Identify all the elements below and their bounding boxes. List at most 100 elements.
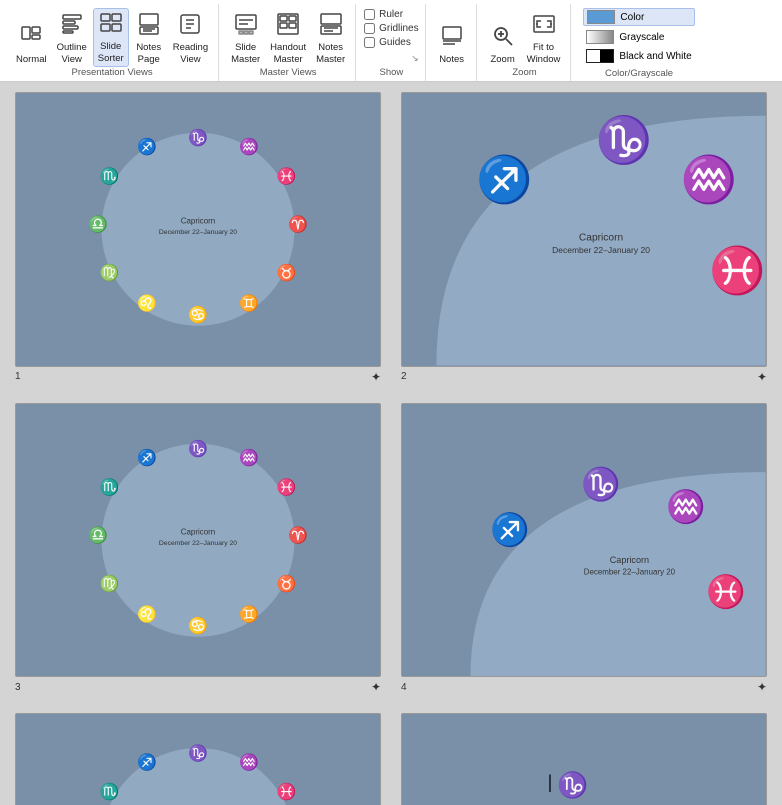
slide-star-4: ✦ bbox=[757, 680, 767, 694]
presentation-views-label: Presentation Views bbox=[71, 67, 152, 81]
svg-text:♒: ♒ bbox=[239, 752, 259, 771]
svg-text:December 22–January 20: December 22–January 20 bbox=[552, 245, 650, 255]
slide-master-icon bbox=[234, 12, 258, 40]
svg-text:♊: ♊ bbox=[239, 294, 259, 313]
svg-text:|: | bbox=[548, 772, 553, 792]
svg-text:♒: ♒ bbox=[239, 448, 259, 467]
svg-text:♐: ♐ bbox=[137, 448, 157, 467]
slide-footer-3: 3 ✦ bbox=[15, 677, 381, 697]
zoom-button[interactable]: Zoom bbox=[485, 22, 521, 67]
slide-sorter-button[interactable]: SlideSorter bbox=[93, 8, 129, 67]
outline-view-button[interactable]: OutlineView bbox=[53, 10, 91, 67]
slide-container-5: ♑ ♒ ♓ ♈ ♉ ♊ ♋ ♌ ♍ ♎ ♏ ♐ Capricorn Decemb… bbox=[15, 713, 381, 805]
presentation-views-buttons: Normal OutlineView bbox=[12, 4, 212, 67]
slide-master-button[interactable]: SlideMaster bbox=[227, 10, 264, 67]
color-option-grayscale[interactable]: Grayscale bbox=[583, 29, 694, 45]
outline-view-label: OutlineView bbox=[57, 42, 87, 65]
slide-number-4: 4 bbox=[401, 682, 407, 693]
svg-text:♍: ♍ bbox=[100, 263, 120, 282]
handout-master-button[interactable]: HandoutMaster bbox=[266, 10, 310, 67]
notes-buttons: Notes bbox=[434, 4, 470, 67]
svg-text:♎: ♎ bbox=[88, 525, 108, 544]
svg-text:♐: ♐ bbox=[476, 153, 533, 205]
notes-master-button[interactable]: NotesMaster bbox=[312, 10, 349, 67]
fit-to-window-icon bbox=[532, 12, 556, 40]
svg-text:♓: ♓ bbox=[277, 782, 297, 801]
notes-button[interactable]: Notes bbox=[434, 22, 470, 67]
svg-text:♏: ♏ bbox=[100, 782, 120, 801]
slide-footer-4: 4 ✦ bbox=[401, 677, 767, 697]
ruler-checkbox[interactable]: Ruler bbox=[364, 9, 418, 20]
color-grayscale-label: Color/Grayscale bbox=[605, 68, 673, 82]
reading-view-button[interactable]: ReadingView bbox=[169, 10, 212, 67]
svg-text:December 22–January 20: December 22–January 20 bbox=[159, 229, 237, 236]
fit-to-window-label: Fit toWindow bbox=[527, 42, 561, 65]
svg-text:♑: ♑ bbox=[188, 438, 208, 457]
gridlines-checkbox[interactable]: Gridlines bbox=[364, 23, 418, 34]
zoom-icon bbox=[491, 24, 515, 52]
gridlines-label: Gridlines bbox=[379, 23, 418, 34]
slide-star-3: ✦ bbox=[371, 680, 381, 694]
slide-container-4: ♐ ♑ ♒ ♓ Capricorn December 22–January 20… bbox=[401, 403, 767, 698]
gridlines-input[interactable] bbox=[364, 23, 375, 34]
show-checks: Ruler Gridlines Guides bbox=[364, 4, 418, 53]
svg-text:♓: ♓ bbox=[709, 244, 766, 296]
svg-text:Capricorn: Capricorn bbox=[610, 554, 649, 564]
slide-thumb-1[interactable]: ♑ ♒ ♓ ♈ ♉ ♊ ♋ ♌ ♍ ♎ ♏ ♐ Capricorn Decemb… bbox=[15, 92, 381, 367]
slide-thumb-3[interactable]: ♑ ♒ ♓ ♈ ♉ ♊ ♋ ♌ ♍ ♎ ♏ ♐ Capricorn Decemb… bbox=[15, 403, 381, 678]
svg-text:♈: ♈ bbox=[288, 214, 308, 233]
slide-number-1: 1 bbox=[15, 371, 21, 382]
slide-thumb-4[interactable]: ♐ ♑ ♒ ♓ Capricorn December 22–January 20 bbox=[401, 403, 767, 678]
fit-to-window-button[interactable]: Fit toWindow bbox=[523, 10, 565, 67]
handout-master-icon bbox=[276, 12, 300, 40]
svg-text:♌: ♌ bbox=[137, 604, 157, 623]
guides-checkbox[interactable]: Guides bbox=[364, 37, 418, 48]
ruler-input[interactable] bbox=[364, 9, 375, 20]
slide-sorter-label: SlideSorter bbox=[98, 41, 124, 64]
svg-text:Capricorn: Capricorn bbox=[579, 233, 624, 244]
color-option-color-label: Color bbox=[620, 12, 644, 23]
notes-page-button[interactable]: NotesPage bbox=[131, 10, 167, 67]
color-grayscale-group: Color Grayscale Black and White Color/Gr… bbox=[573, 4, 704, 81]
svg-text:Capricorn: Capricorn bbox=[181, 217, 215, 226]
svg-text:♑: ♑ bbox=[595, 113, 652, 165]
color-option-bw-label: Black and White bbox=[619, 51, 691, 62]
slide-star-2: ✦ bbox=[757, 370, 767, 384]
svg-text:♏: ♏ bbox=[100, 167, 120, 186]
color-swatch-gray bbox=[586, 30, 614, 44]
slide-thumb-2[interactable]: ♐ ♑ ♒ ♓ Capricorn December 22–January 20 bbox=[401, 92, 767, 367]
svg-text:♋: ♋ bbox=[188, 305, 208, 324]
slide-thumb-6[interactable]: ♑ ♒ ♓ | Capricorn December 22–January 20… bbox=[401, 713, 767, 805]
slide-number-2: 2 bbox=[401, 371, 407, 382]
slide-sorter-icon bbox=[99, 11, 123, 39]
normal-view-icon bbox=[19, 24, 43, 52]
svg-text:♈: ♈ bbox=[288, 525, 308, 544]
notes-master-icon bbox=[319, 12, 343, 40]
color-option-bw[interactable]: Black and White bbox=[583, 48, 694, 64]
slide-footer-1: 1 ✦ bbox=[15, 367, 381, 387]
color-option-grayscale-label: Grayscale bbox=[619, 32, 664, 43]
show-expand-icon[interactable]: ↘ bbox=[411, 53, 419, 64]
color-option-color[interactable]: Color bbox=[583, 8, 694, 26]
normal-view-button[interactable]: Normal bbox=[12, 22, 51, 67]
notes-icon bbox=[440, 24, 464, 52]
slide-thumb-5[interactable]: ♑ ♒ ♓ ♈ ♉ ♊ ♋ ♌ ♍ ♎ ♏ ♐ Capricorn Decemb… bbox=[15, 713, 381, 805]
guides-input[interactable] bbox=[364, 37, 375, 48]
slide-3-content: ♑ ♒ ♓ ♈ ♉ ♊ ♋ ♌ ♍ ♎ ♏ ♐ Capricorn Decemb… bbox=[16, 404, 380, 677]
master-views-buttons: SlideMaster HandoutMaster bbox=[227, 4, 349, 67]
slide-footer-2: 2 ✦ bbox=[401, 367, 767, 387]
notes-page-icon bbox=[137, 12, 161, 40]
master-views-group: SlideMaster HandoutMaster bbox=[221, 4, 356, 81]
color-swatch-bw bbox=[586, 49, 614, 63]
slide-5-content: ♑ ♒ ♓ ♈ ♉ ♊ ♋ ♌ ♍ ♎ ♏ ♐ Capricorn Decemb… bbox=[16, 714, 380, 805]
handout-master-label: HandoutMaster bbox=[270, 42, 306, 65]
zoom-buttons: Zoom Fit toWindow bbox=[485, 4, 565, 67]
show-label: Show bbox=[379, 67, 403, 81]
svg-text:♐: ♐ bbox=[137, 752, 157, 771]
notes-page-label: NotesPage bbox=[136, 42, 161, 65]
zoom-label-group: Zoom bbox=[512, 67, 536, 81]
svg-text:♐: ♐ bbox=[137, 137, 157, 156]
svg-text:December 22–January 20: December 22–January 20 bbox=[159, 539, 237, 546]
notes-label: Notes bbox=[439, 54, 464, 65]
color-options: Color Grayscale Black and White bbox=[579, 4, 698, 68]
